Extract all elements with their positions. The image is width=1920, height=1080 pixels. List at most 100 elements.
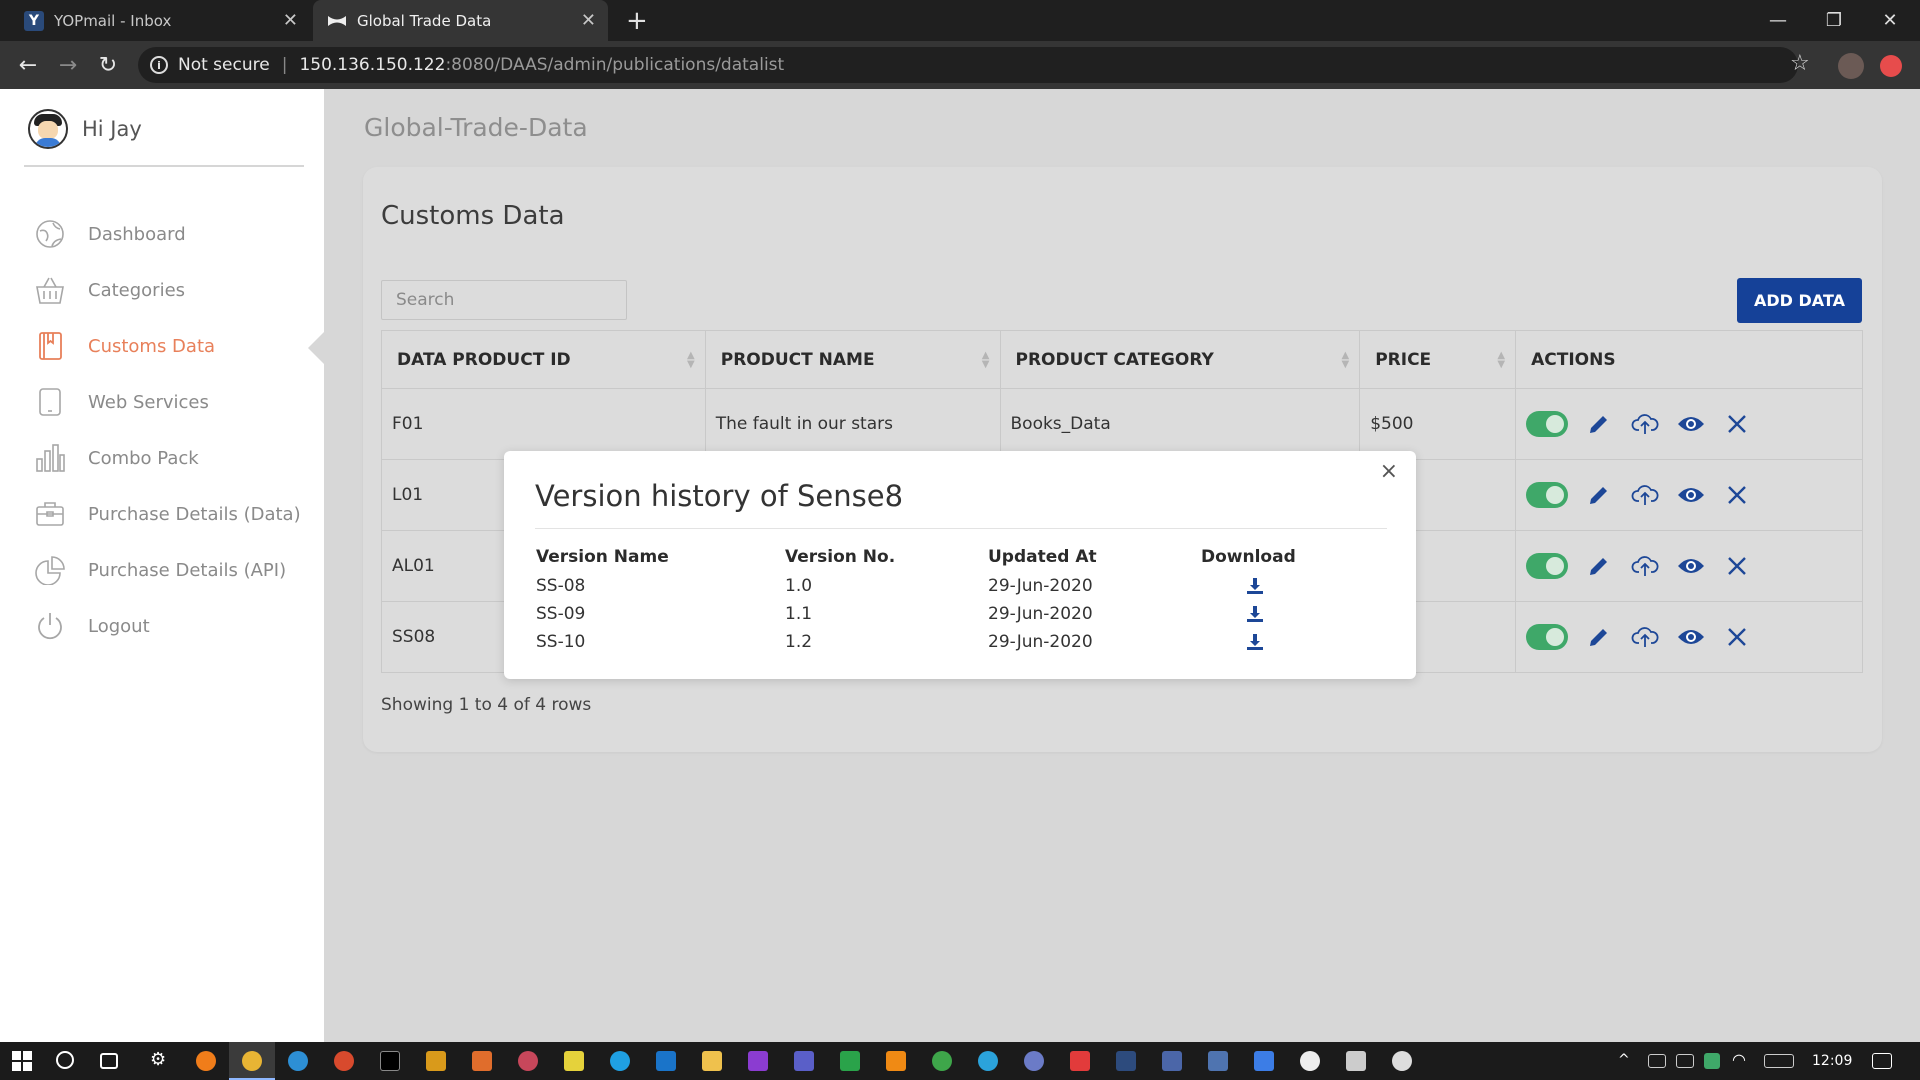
tray-icon[interactable] bbox=[1648, 1054, 1666, 1068]
telegram-icon[interactable] bbox=[978, 1051, 998, 1071]
bookmark-star-icon[interactable]: ☆ bbox=[1790, 51, 1810, 76]
avatar bbox=[28, 109, 68, 149]
edit-pencil-icon[interactable] bbox=[1584, 551, 1614, 581]
close-tab-icon[interactable]: ✕ bbox=[581, 10, 596, 31]
view-eye-icon[interactable] bbox=[1676, 622, 1706, 652]
sidebar-item-customs-data[interactable]: Customs Data bbox=[0, 318, 326, 374]
reload-icon[interactable]: ↻ bbox=[92, 49, 124, 81]
download-icon[interactable] bbox=[1201, 577, 1309, 595]
app-icon[interactable] bbox=[932, 1051, 952, 1071]
add-data-button[interactable]: ADD DATA bbox=[1737, 278, 1862, 323]
app-icon[interactable] bbox=[1024, 1051, 1044, 1071]
sidebar-item-purchase-details-api[interactable]: Purchase Details (API) bbox=[0, 542, 324, 598]
cloud-upload-icon[interactable] bbox=[1630, 551, 1660, 581]
status-toggle[interactable] bbox=[1526, 553, 1569, 579]
teams-icon[interactable] bbox=[794, 1051, 814, 1071]
column-header[interactable]: DATA PRODUCT ID ▲ ▼ bbox=[381, 330, 706, 389]
delete-x-icon[interactable] bbox=[1722, 409, 1752, 439]
app-icon[interactable] bbox=[1116, 1051, 1136, 1071]
column-header[interactable]: PRODUCT NAME ▲ ▼ bbox=[704, 330, 1001, 389]
view-eye-icon[interactable] bbox=[1676, 480, 1706, 510]
delete-x-icon[interactable] bbox=[1722, 551, 1752, 581]
tray-chevron-icon[interactable]: ^ bbox=[1618, 1052, 1638, 1072]
windows-start-icon[interactable] bbox=[12, 1051, 32, 1071]
edit-pencil-icon[interactable] bbox=[1584, 409, 1614, 439]
status-toggle[interactable] bbox=[1526, 411, 1569, 437]
app-icon[interactable] bbox=[840, 1051, 860, 1071]
restore-icon[interactable]: ❐ bbox=[1806, 0, 1862, 41]
delete-x-icon[interactable] bbox=[1722, 480, 1752, 510]
info-icon[interactable]: i bbox=[150, 56, 168, 74]
view-eye-icon[interactable] bbox=[1676, 409, 1706, 439]
app-icon[interactable] bbox=[1300, 1051, 1320, 1071]
notification-icon[interactable] bbox=[1872, 1053, 1892, 1069]
site-favicon-icon bbox=[327, 11, 347, 31]
status-toggle[interactable] bbox=[1526, 482, 1569, 508]
security-shield-icon[interactable] bbox=[1704, 1053, 1720, 1069]
browser-tab-global-trade[interactable]: Global Trade Data ✕ bbox=[313, 0, 608, 41]
keyboard-icon[interactable] bbox=[1764, 1054, 1794, 1068]
cloud-upload-icon[interactable] bbox=[1630, 480, 1660, 510]
download-icon[interactable] bbox=[1201, 605, 1309, 623]
extension-icon[interactable] bbox=[1880, 55, 1902, 77]
app-icon[interactable] bbox=[472, 1051, 492, 1071]
file-explorer-icon[interactable] bbox=[702, 1051, 722, 1071]
chrome-icon[interactable] bbox=[242, 1051, 262, 1071]
app-icon[interactable] bbox=[334, 1051, 354, 1071]
app-icon[interactable] bbox=[380, 1051, 400, 1071]
cell-actions bbox=[1515, 459, 1863, 531]
sticky-notes-icon[interactable] bbox=[564, 1051, 584, 1071]
outlook-icon[interactable] bbox=[656, 1051, 676, 1071]
new-tab-icon[interactable]: + bbox=[626, 6, 648, 36]
cloud-upload-icon[interactable] bbox=[1630, 409, 1660, 439]
status-toggle[interactable] bbox=[1526, 624, 1569, 650]
edit-pencil-icon[interactable] bbox=[1584, 480, 1614, 510]
firefox-icon[interactable] bbox=[196, 1051, 216, 1071]
sidebar-item-web-services[interactable]: Web Services bbox=[0, 374, 324, 430]
battery-icon[interactable] bbox=[1676, 1054, 1694, 1068]
app-icon[interactable] bbox=[1208, 1051, 1228, 1071]
task-view-icon[interactable] bbox=[100, 1053, 118, 1069]
delete-x-icon[interactable] bbox=[1722, 622, 1752, 652]
browser-tab-bar: Y YOPmail - Inbox ✕ Global Trade Data ✕ … bbox=[0, 0, 1920, 41]
url-field[interactable]: i Not secure | 150.136.150.122 :8080/DAA… bbox=[138, 47, 1798, 83]
forward-icon[interactable]: → bbox=[52, 49, 84, 81]
app-icon[interactable] bbox=[1346, 1051, 1366, 1071]
power-icon bbox=[34, 610, 66, 642]
sidebar-item-combo-pack[interactable]: Combo Pack bbox=[0, 430, 324, 486]
edge-icon[interactable] bbox=[288, 1051, 308, 1071]
app-icon[interactable] bbox=[748, 1051, 768, 1071]
app-icon[interactable] bbox=[426, 1051, 446, 1071]
edit-pencil-icon[interactable] bbox=[1584, 622, 1614, 652]
wifi-icon[interactable]: ◠ bbox=[1732, 1050, 1752, 1070]
settings-gear-icon[interactable]: ⚙ bbox=[150, 1049, 170, 1070]
app-icon[interactable] bbox=[1392, 1051, 1412, 1071]
column-header[interactable]: PRODUCT CATEGORY ▲ ▼ bbox=[999, 330, 1361, 389]
app-icon[interactable] bbox=[1162, 1051, 1182, 1071]
skype-icon[interactable] bbox=[610, 1051, 630, 1071]
search-icon[interactable] bbox=[56, 1051, 74, 1069]
zoom-icon[interactable] bbox=[1254, 1051, 1274, 1071]
cloud-upload-icon[interactable] bbox=[1630, 622, 1660, 652]
vlc-icon[interactable] bbox=[886, 1051, 906, 1071]
browser-tab-yopmail[interactable]: Y YOPmail - Inbox ✕ bbox=[0, 0, 310, 41]
column-header[interactable]: PRICE ▲ ▼ bbox=[1359, 330, 1517, 389]
view-eye-icon[interactable] bbox=[1676, 551, 1706, 581]
profile-avatar[interactable] bbox=[1838, 53, 1864, 79]
search-input[interactable]: Search bbox=[381, 280, 627, 320]
close-tab-icon[interactable]: ✕ bbox=[283, 10, 298, 31]
minimize-icon[interactable]: — bbox=[1750, 0, 1806, 41]
taskbar-clock[interactable]: 12:09 bbox=[1812, 1053, 1852, 1069]
windows-taskbar: ⚙ ^ ◠ 12:09 bbox=[0, 1042, 1920, 1080]
sidebar-item-categories[interactable]: Categories bbox=[0, 262, 324, 318]
app-icon[interactable] bbox=[1070, 1051, 1090, 1071]
app-icon[interactable] bbox=[518, 1051, 538, 1071]
sidebar-item-purchase-details-data[interactable]: Purchase Details (Data) bbox=[0, 486, 324, 542]
modal-close-button[interactable]: × bbox=[1380, 459, 1398, 484]
back-icon[interactable]: ← bbox=[12, 49, 44, 81]
download-icon[interactable] bbox=[1201, 633, 1309, 651]
window-close-icon[interactable]: ✕ bbox=[1862, 0, 1918, 41]
sort-icon: ▲ ▼ bbox=[1341, 350, 1350, 370]
sidebar-item-dashboard[interactable]: Dashboard bbox=[0, 206, 324, 262]
sidebar-item-logout[interactable]: Logout bbox=[0, 598, 324, 654]
